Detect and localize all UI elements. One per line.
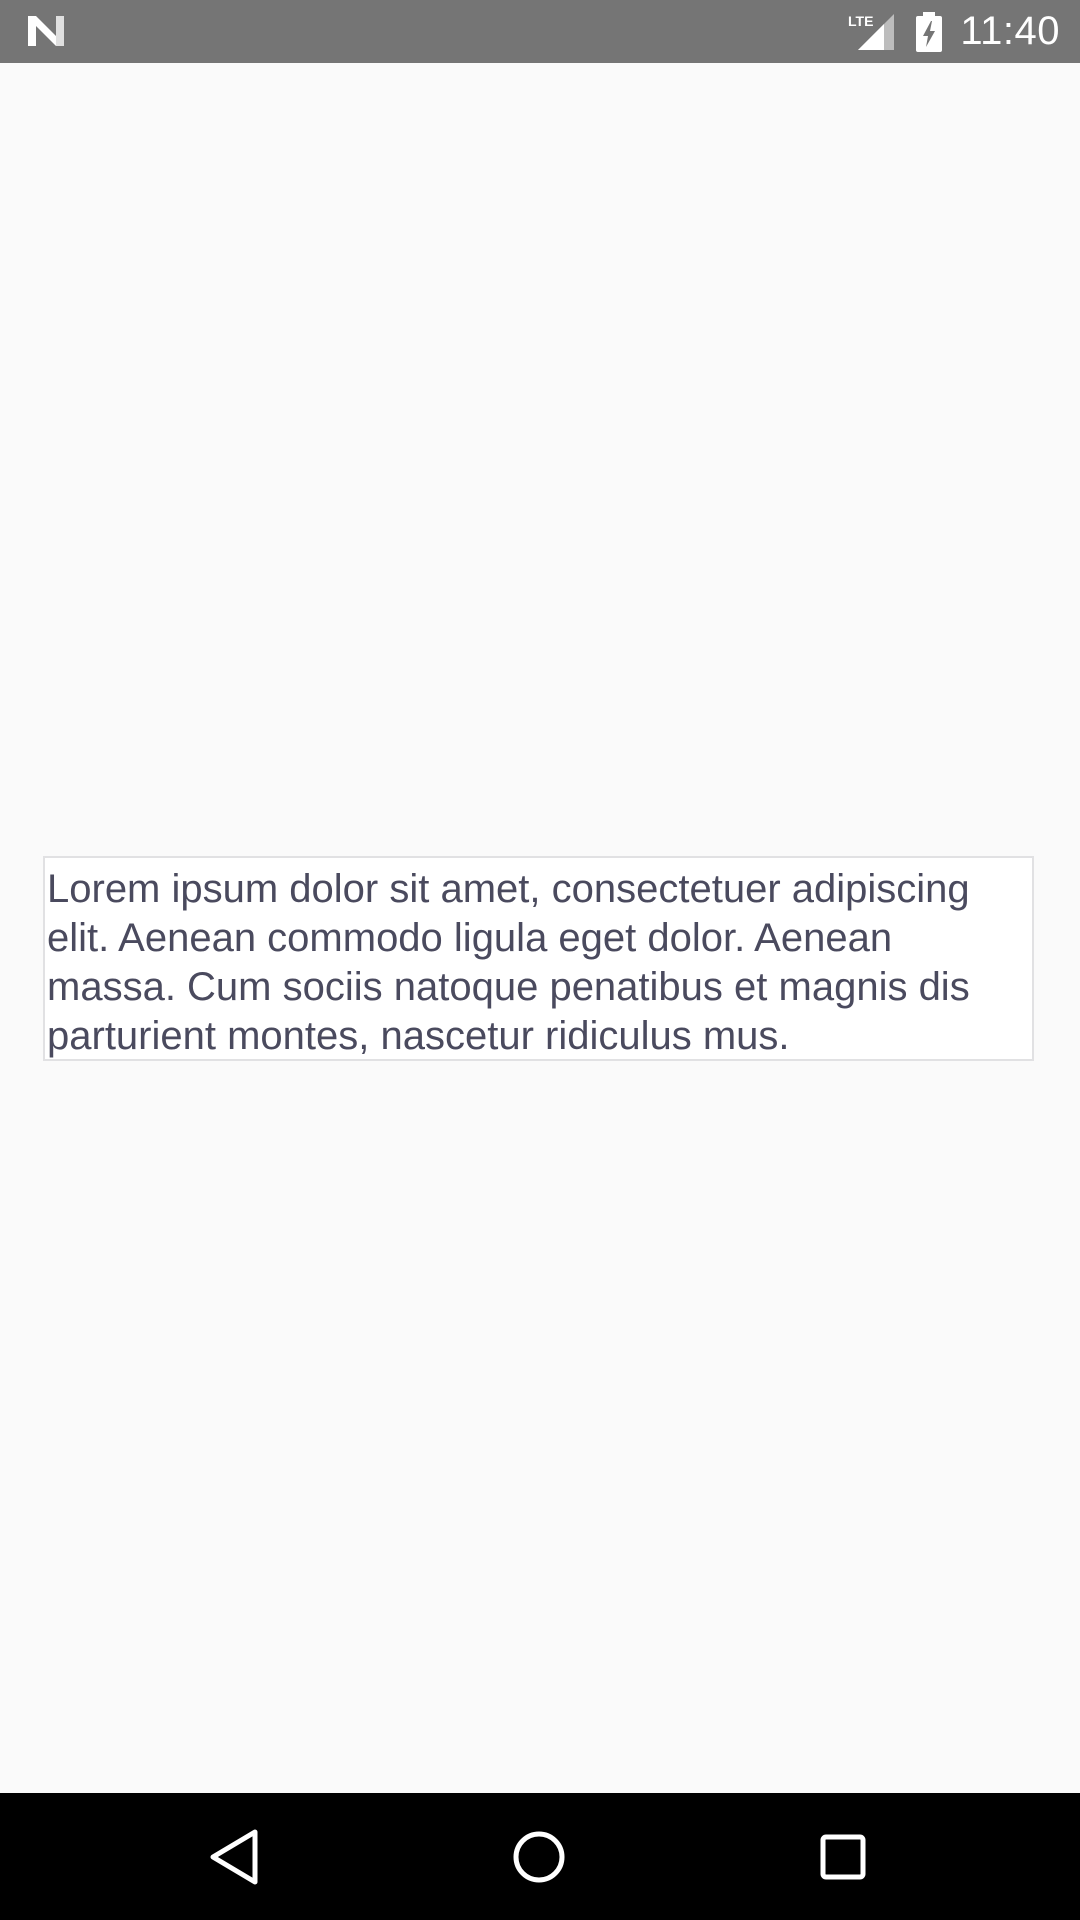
status-indicators: LTE 11:40 [848,0,1060,63]
main-content: Lorem ipsum dolor sit amet, consectetuer… [0,63,1080,1793]
lte-signal-icon: LTE [848,12,896,52]
battery-charging-icon [916,11,943,52]
network-label: LTE [848,13,873,29]
recents-icon[interactable] [810,1824,876,1890]
lorem-text-box[interactable]: Lorem ipsum dolor sit amet, consectetuer… [43,856,1034,1061]
status-bar: LTE 11:40 [0,0,1080,63]
back-icon[interactable] [203,1824,269,1890]
navigation-bar [0,1793,1080,1920]
notification-n-icon [28,16,64,46]
status-time: 11:40 [960,9,1060,53]
home-icon[interactable] [506,1824,572,1890]
